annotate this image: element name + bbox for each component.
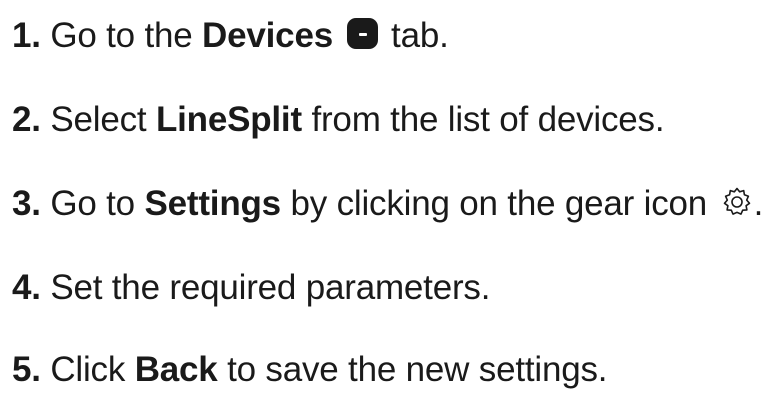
step-text: to save the new settings. (217, 350, 608, 389)
devices-tab-label: Devices (202, 16, 333, 55)
step-text: Select (50, 100, 156, 139)
step-number: 4. (12, 268, 41, 307)
back-label: Back (134, 350, 218, 389)
step-text: Go to (50, 184, 145, 223)
step-text: tab. (381, 16, 449, 55)
step-4: 4. Set the required parameters. (12, 266, 490, 310)
step-text: Go to the (50, 16, 203, 55)
step-3: 3. Go to Settings by clicking on the gea… (12, 182, 763, 226)
step-2: 2. Select LineSplit from the list of dev… (12, 98, 665, 142)
step-number: 1. (12, 16, 41, 55)
device-name-label: LineSplit (155, 100, 302, 139)
settings-label: Settings (144, 184, 281, 223)
step-number: 5. (12, 350, 41, 389)
step-5: 5. Click Back to save the new settings. (12, 348, 608, 392)
devices-tab-icon (346, 18, 378, 50)
step-number: 2. (12, 100, 41, 139)
step-text: from the list of devices. (301, 100, 665, 139)
step-number: 3. (12, 184, 41, 223)
step-1: 1. Go to the Devices tab. (12, 14, 449, 58)
step-text: . (753, 184, 764, 223)
step-text: by clicking on the gear icon (280, 184, 717, 223)
gear-icon (720, 185, 754, 219)
step-text: Set the required parameters. (50, 268, 491, 307)
step-text: Click (50, 350, 135, 389)
instruction-steps: 1. Go to the Devices tab. 2. Select Line… (12, 0, 783, 394)
